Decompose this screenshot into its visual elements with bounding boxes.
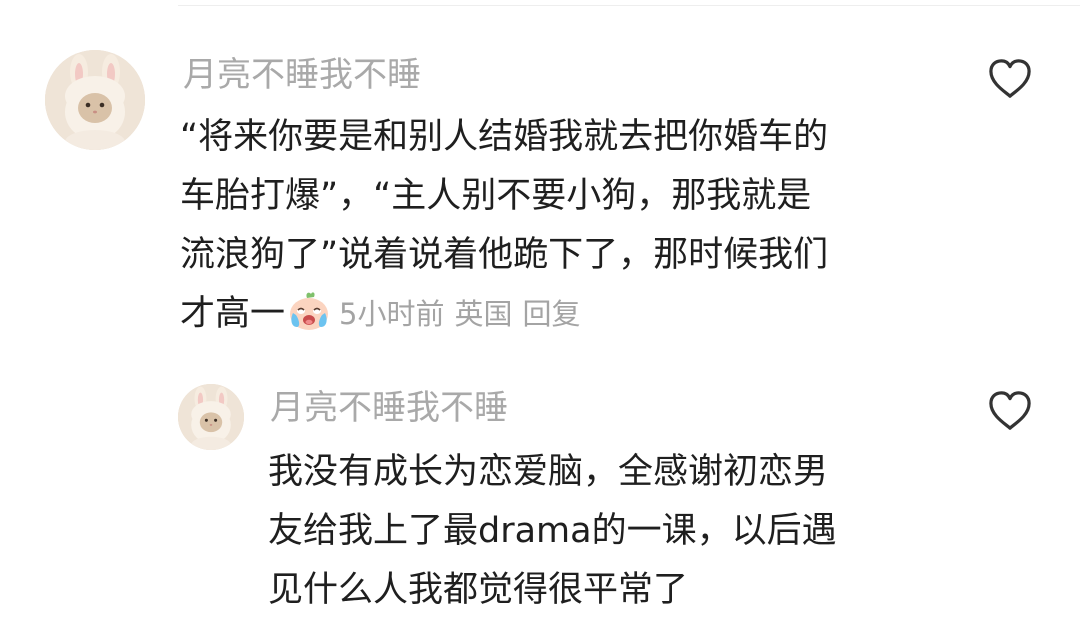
comment-body: “将来你要是和别人结婚我就去把你婚车的 车胎打爆”，“主人别不要小狗，那我就是 … bbox=[180, 108, 940, 344]
comment-time: 5小时前 bbox=[339, 297, 445, 331]
comment-thread: 月亮不睡我不睡 “将来你要是和别人结婚我就去把你婚车的 车胎打爆”，“主人别不要… bbox=[0, 0, 1080, 627]
divider bbox=[178, 5, 1080, 6]
cat-avatar-icon bbox=[178, 384, 244, 450]
comment-last-line: 才高一 5小时前 英国 回复 bbox=[180, 285, 940, 344]
reply-line: 见什么人我都觉得很平常了 bbox=[268, 570, 689, 610]
reply-line: 友给我上了最drama的一课，以后遇 bbox=[268, 511, 837, 551]
heart-outline-icon[interactable] bbox=[987, 58, 1033, 100]
cat-avatar-icon bbox=[45, 50, 145, 150]
avatar[interactable] bbox=[45, 50, 145, 150]
reply-line: 我没有成长为恋爱脑，全感谢初恋男 bbox=[268, 452, 829, 492]
comment-line: 才高一 bbox=[180, 294, 286, 334]
comment-line: 车胎打爆”，“主人别不要小狗，那我就是 bbox=[180, 176, 812, 216]
comment-username[interactable]: 月亮不睡我不睡 bbox=[183, 55, 421, 95]
comment-location: 英国 bbox=[454, 297, 513, 331]
reply-username[interactable]: 月亮不睡我不睡 bbox=[270, 388, 508, 428]
comment-meta: 5小时前 英国 回复 bbox=[339, 285, 590, 344]
avatar[interactable] bbox=[178, 384, 244, 450]
comment-line: 流浪狗了”说着说着他跪下了，那时候我们 bbox=[180, 235, 829, 275]
crying-emoji-icon bbox=[287, 289, 331, 333]
heart-outline-icon[interactable] bbox=[987, 390, 1033, 432]
reply-body: 我没有成长为恋爱脑，全感谢初恋男 友给我上了最drama的一课，以后遇 见什么人… bbox=[268, 443, 968, 620]
comment-line: “将来你要是和别人结婚我就去把你婚车的 bbox=[180, 117, 829, 157]
reply-button[interactable]: 回复 bbox=[522, 297, 580, 331]
